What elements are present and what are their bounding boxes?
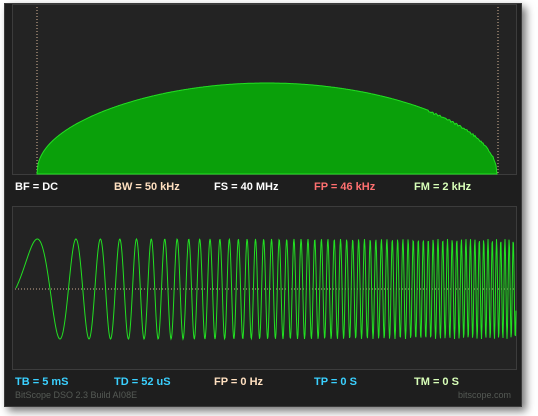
spectrum-parameter-bar: BF = DC BW = 50 kHz FS = 40 MHz FP = 46 … (5, 178, 521, 196)
bf-readout[interactable]: BF = DC (15, 181, 58, 193)
tb-readout[interactable]: TB = 5 mS (15, 376, 69, 388)
waveform-display[interactable] (12, 206, 517, 370)
fm-readout[interactable]: FM = 2 kHz (414, 181, 471, 193)
bw-readout[interactable]: BW = 50 kHz (114, 181, 180, 193)
fs-readout[interactable]: FS = 40 MHz (214, 181, 279, 193)
spectrum-envelope (37, 83, 497, 175)
tm-readout[interactable]: TM = 0 S (414, 376, 459, 388)
fp-readout[interactable]: FP = 46 kHz (314, 181, 375, 193)
td-readout[interactable]: TD = 52 uS (114, 376, 171, 388)
waveform-plot (13, 207, 518, 371)
website-text: bitscope.com (458, 390, 511, 400)
tp-readout[interactable]: TP = 0 S (314, 376, 357, 388)
spectrum-plot (13, 5, 518, 176)
waveform-parameter-bar: TB = 5 mS TD = 52 uS FP = 0 Hz TP = 0 S … (5, 373, 521, 391)
spectrum-display[interactable] (12, 4, 517, 175)
product-version-text: BitScope DSO 2.3 Build AI08E (15, 390, 137, 400)
dso-window: BF = DC BW = 50 kHz FS = 40 MHz FP = 46 … (4, 3, 522, 407)
fp-trigger-readout[interactable]: FP = 0 Hz (214, 376, 263, 388)
